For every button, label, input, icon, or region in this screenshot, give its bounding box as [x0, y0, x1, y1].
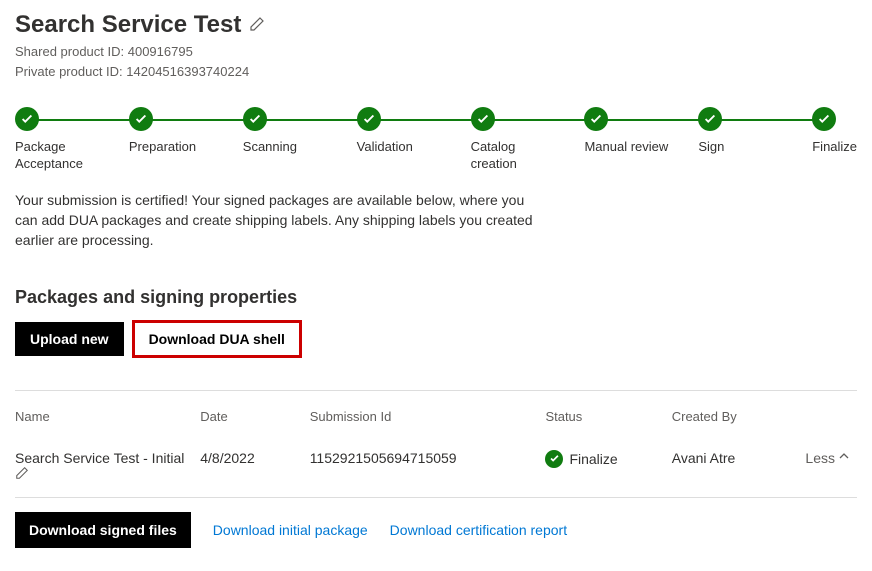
- check-icon: [545, 450, 563, 468]
- collapse-toggle[interactable]: Less: [790, 450, 849, 466]
- step-validation: Validation: [357, 107, 471, 172]
- column-created-by: Created By: [672, 395, 790, 436]
- cell-status: Finalize: [545, 436, 671, 498]
- cell-date: 4/8/2022: [200, 436, 309, 498]
- download-dua-shell-button[interactable]: Download DUA shell: [134, 322, 300, 356]
- column-date: Date: [200, 395, 309, 436]
- download-certification-report-link[interactable]: Download certification report: [390, 522, 567, 538]
- step-finalize: Finalize: [812, 107, 857, 172]
- table-row: Search Service Test - Initial 4/8/2022 1…: [15, 436, 857, 498]
- download-signed-files-button[interactable]: Download signed files: [15, 512, 191, 548]
- packages-table: Name Date Submission Id Status Created B…: [15, 395, 857, 498]
- edit-row-icon[interactable]: [15, 467, 29, 483]
- step-scanning: Scanning: [243, 107, 357, 172]
- check-icon: [584, 107, 608, 131]
- section-heading: Packages and signing properties: [15, 287, 857, 308]
- step-manual-review: Manual review: [584, 107, 698, 172]
- edit-title-icon[interactable]: [249, 16, 265, 37]
- cell-submission: 1152921505694715059: [310, 436, 546, 498]
- check-icon: [15, 107, 39, 131]
- private-product-id: Private product ID: 14204516393740224: [15, 63, 857, 81]
- check-icon: [357, 107, 381, 131]
- check-icon: [243, 107, 267, 131]
- shared-product-id: Shared product ID: 400916795: [15, 43, 857, 61]
- check-icon: [698, 107, 722, 131]
- step-package-acceptance: Package Acceptance: [15, 107, 129, 172]
- progress-tracker: Package Acceptance Preparation Scanning …: [15, 107, 857, 172]
- upload-new-button[interactable]: Upload new: [15, 322, 124, 356]
- page-title: Search Service Test: [15, 11, 241, 39]
- check-icon: [129, 107, 153, 131]
- cell-name: Search Service Test - Initial: [15, 436, 200, 498]
- cell-created-by: Avani Atre: [672, 436, 790, 498]
- step-preparation: Preparation: [129, 107, 243, 172]
- divider: [15, 390, 857, 391]
- download-initial-package-link[interactable]: Download initial package: [213, 522, 368, 538]
- check-icon: [471, 107, 495, 131]
- check-icon: [812, 107, 836, 131]
- submission-description: Your submission is certified! Your signe…: [15, 190, 535, 251]
- step-sign: Sign: [698, 107, 812, 172]
- chevron-up-icon: [839, 451, 849, 464]
- column-status: Status: [545, 395, 671, 436]
- column-submission: Submission Id: [310, 395, 546, 436]
- column-name: Name: [15, 395, 200, 436]
- step-catalog-creation: Catalog creation: [471, 107, 585, 172]
